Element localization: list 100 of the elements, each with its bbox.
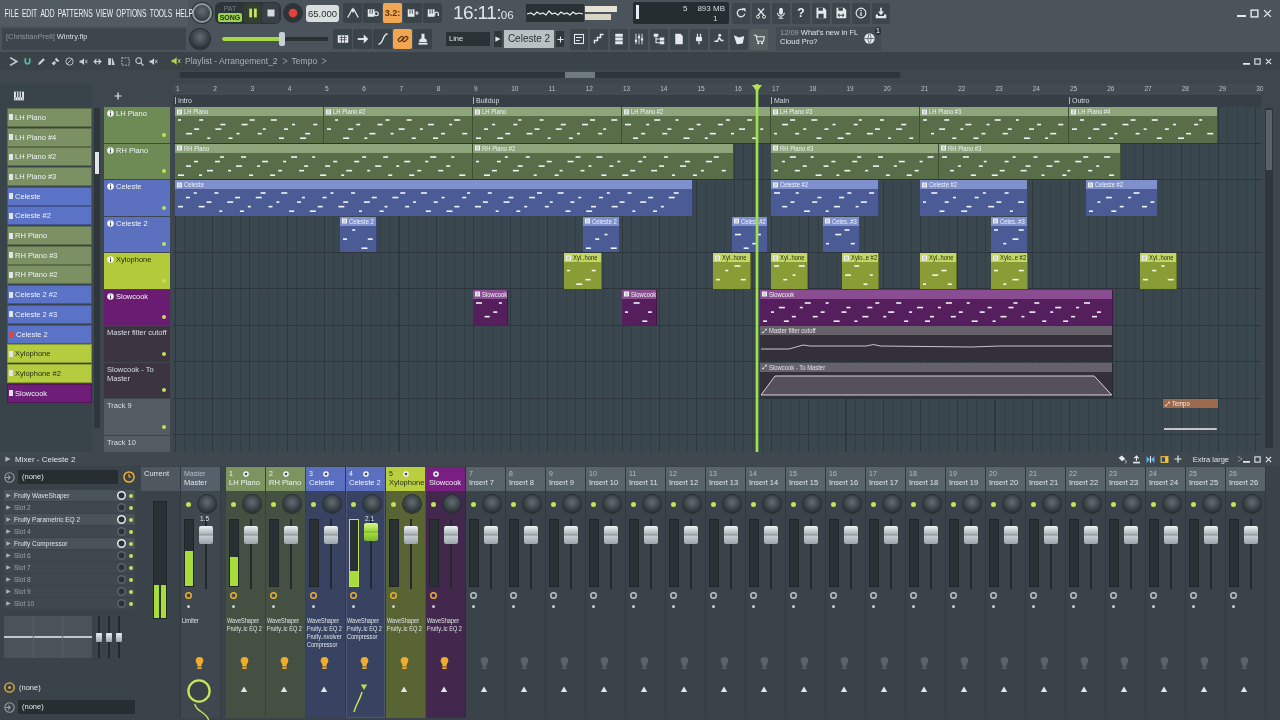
stop-button[interactable] [262, 3, 279, 23]
mute-led[interactable] [631, 501, 636, 507]
track-led[interactable] [162, 424, 166, 429]
minimize-icon[interactable] [1243, 460, 1250, 463]
playlist-scrollbar[interactable] [1265, 108, 1273, 448]
add-pattern-button[interactable] [556, 31, 564, 47]
slot-led[interactable] [129, 577, 133, 582]
route-knob[interactable] [510, 592, 517, 599]
fader-thumb[interactable] [364, 522, 378, 541]
route-knob[interactable] [430, 592, 437, 599]
pattern-selector[interactable]: Celeste 2 [504, 30, 554, 48]
mute-led[interactable] [951, 501, 956, 507]
send-knob[interactable] [360, 657, 369, 669]
fader-thumb[interactable] [564, 526, 578, 545]
route-knob[interactable] [390, 592, 397, 599]
info-icon[interactable] [107, 219, 114, 227]
mute-led[interactable] [511, 501, 516, 507]
mute-led[interactable] [231, 501, 236, 507]
panel-icon[interactable] [1159, 454, 1169, 464]
toggle-button[interactable] [333, 29, 352, 49]
toggle-button[interactable] [403, 3, 422, 23]
fader-thumb[interactable] [764, 526, 778, 545]
fader-thumb[interactable] [444, 526, 458, 545]
toolbar-button[interactable] [630, 28, 648, 50]
route-knob[interactable] [350, 592, 357, 599]
master-send-knob[interactable] [187, 679, 211, 703]
send-knob[interactable] [440, 657, 449, 669]
fader-thumb[interactable] [1084, 526, 1098, 545]
route-knob[interactable] [230, 592, 237, 599]
mute-led[interactable] [911, 501, 916, 507]
mute-led[interactable] [351, 501, 356, 507]
mute-led[interactable] [1231, 501, 1236, 507]
minimize-icon[interactable] [1243, 62, 1250, 65]
info-icon[interactable] [107, 292, 114, 300]
mute-led[interactable] [391, 501, 396, 507]
info-icon[interactable] [107, 256, 114, 263]
route-arrow-icon[interactable] [680, 686, 688, 693]
route-arrow-icon[interactable] [920, 686, 928, 693]
toggle-button[interactable] [393, 29, 412, 49]
toggle-button[interactable] [423, 3, 442, 23]
fader-thumb[interactable] [484, 526, 498, 545]
toolbar-button[interactable] [610, 28, 628, 50]
route-knob[interactable] [750, 592, 757, 599]
send-knob[interactable] [195, 657, 204, 669]
fader-thumb[interactable] [924, 526, 938, 545]
info-icon[interactable] [107, 146, 114, 154]
bowtie-icon[interactable] [1145, 454, 1155, 464]
speaker-icon[interactable] [171, 56, 181, 66]
toggle-button[interactable] [363, 3, 382, 23]
route-knob[interactable] [910, 592, 917, 599]
upload-icon[interactable] [1131, 454, 1141, 464]
mute-led[interactable] [751, 501, 756, 507]
record-audio-button[interactable] [772, 2, 790, 24]
slot-led[interactable] [129, 589, 133, 594]
route-arrow-icon[interactable] [840, 686, 848, 693]
route-arrow-icon[interactable] [400, 686, 408, 693]
route-arrow-icon[interactable] [320, 686, 328, 693]
mute-led[interactable] [186, 501, 191, 507]
send-knob[interactable] [240, 657, 249, 669]
route-arrow-icon[interactable] [880, 686, 888, 693]
pattern-scrollbar[interactable] [94, 108, 100, 428]
route-arrow-icon[interactable] [1200, 686, 1208, 693]
menu-item[interactable]: HELP [175, 7, 194, 19]
mute-led[interactable] [471, 501, 476, 507]
route-arrow-icon[interactable] [440, 686, 448, 693]
route-knob[interactable] [1150, 592, 1157, 599]
route-arrow-icon[interactable] [480, 686, 488, 693]
toolbar-button[interactable] [650, 28, 668, 50]
download-button[interactable] [872, 2, 890, 24]
fader-thumb[interactable] [884, 526, 898, 545]
close-icon[interactable] [1265, 57, 1272, 65]
slot-led[interactable] [129, 541, 133, 546]
fader-thumb[interactable] [1004, 526, 1018, 545]
output-icon[interactable] [4, 701, 15, 713]
refresh-button[interactable] [732, 2, 750, 24]
mute-led[interactable] [1031, 501, 1036, 507]
mute-led[interactable] [711, 501, 716, 507]
slot-led[interactable] [129, 553, 133, 558]
mute-led[interactable] [791, 501, 796, 507]
route-arrow-icon[interactable] [360, 684, 368, 691]
maximize-icon[interactable] [1250, 8, 1259, 18]
info-icon[interactable] [107, 183, 114, 190]
slot-led[interactable] [129, 493, 133, 498]
route-arrow-icon[interactable] [960, 686, 968, 693]
send-knob[interactable] [320, 657, 329, 669]
slot-led[interactable] [129, 529, 133, 534]
mute-led[interactable] [311, 501, 316, 507]
route-arrow-icon[interactable] [1160, 686, 1168, 693]
slip-icon[interactable] [93, 56, 102, 66]
mute-led[interactable] [551, 501, 556, 507]
mute-led[interactable] [871, 501, 876, 507]
menu-item[interactable]: FILE [4, 7, 19, 19]
route-arrow-icon[interactable] [1240, 686, 1248, 693]
piano-keys-icon[interactable] [13, 90, 25, 101]
toggle-button[interactable] [353, 29, 372, 49]
menu-item[interactable]: VIEW [95, 7, 113, 19]
menu-arrow-button[interactable] [494, 31, 502, 47]
toolbar-button[interactable] [670, 28, 688, 50]
slashed-circle-icon[interactable] [65, 56, 74, 66]
fader-thumb[interactable] [199, 526, 213, 545]
